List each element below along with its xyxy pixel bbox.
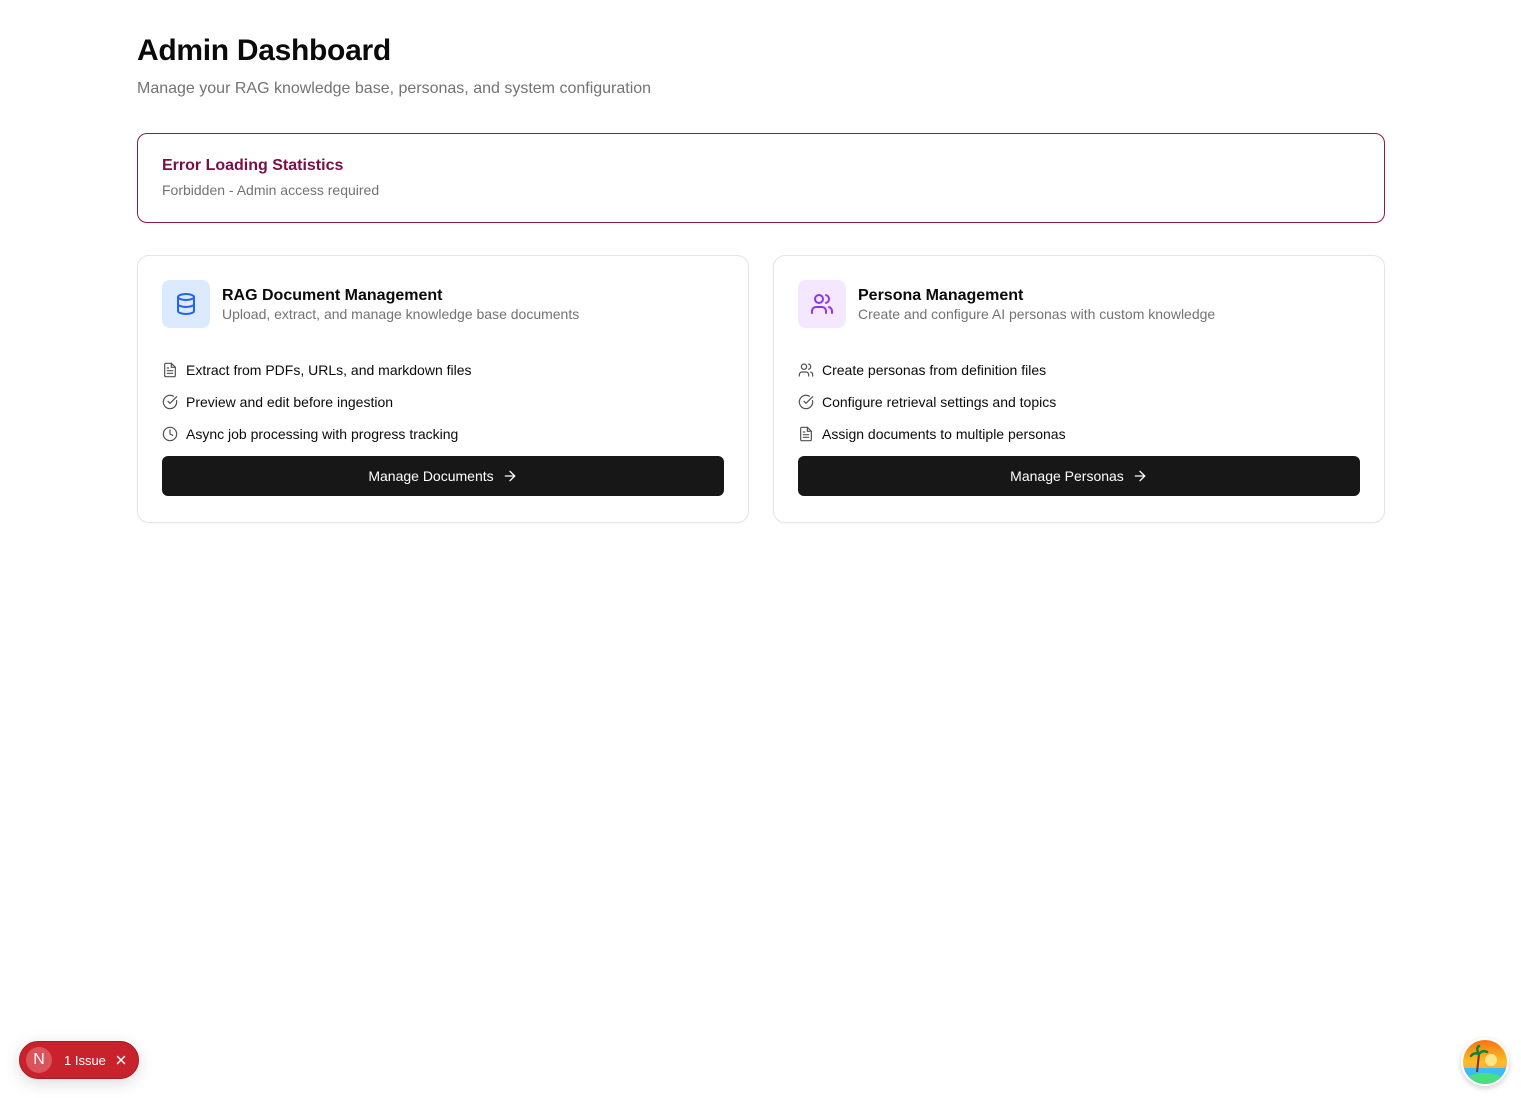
feature-label: Configure retrieval settings and topics xyxy=(822,394,1057,410)
users-icon xyxy=(798,280,846,328)
page-subtitle: Manage your RAG knowledge base, personas… xyxy=(137,80,652,97)
rag-documents-card: RAG Document Management Upload, extract,… xyxy=(137,255,749,523)
management-cards: RAG Document Management Upload, extract,… xyxy=(137,255,1385,523)
nextjs-logo-icon[interactable]: N xyxy=(26,1047,52,1073)
button-label: Manage Personas xyxy=(1010,468,1124,484)
dev-issues-badge[interactable]: N 1 Issue xyxy=(19,1041,139,1079)
arrow-right-icon xyxy=(1132,468,1148,484)
file-icon xyxy=(798,426,814,442)
list-item: Preview and edit before ingestion xyxy=(162,392,724,412)
card-title: Persona Management xyxy=(858,286,1024,304)
card-description: Upload, extract, and manage knowledge ba… xyxy=(222,305,580,322)
avatar[interactable] xyxy=(1461,1038,1509,1086)
card-title: RAG Document Management xyxy=(222,286,443,304)
error-message: Forbidden - Admin access required xyxy=(162,182,380,198)
persona-management-card: Persona Management Create and configure … xyxy=(773,255,1385,523)
list-item: Create personas from definition files xyxy=(798,360,1360,380)
error-title: Error Loading Statistics xyxy=(162,157,344,174)
file-icon xyxy=(162,362,178,378)
database-icon xyxy=(162,280,210,328)
manage-personas-button[interactable]: Manage Personas xyxy=(798,456,1360,496)
error-alert: Error Loading Statistics Forbidden - Adm… xyxy=(137,133,1385,223)
card-description: Create and configure AI personas with cu… xyxy=(858,305,1216,322)
page-title: Admin Dashboard xyxy=(137,34,391,67)
feature-label: Preview and edit before ingestion xyxy=(186,394,394,410)
page: Admin Dashboard Manage your RAG knowledg… xyxy=(0,0,1521,1098)
button-label: Manage Documents xyxy=(368,468,494,484)
card-header: RAG Document Management Upload, extract,… xyxy=(162,280,724,328)
issues-count-label[interactable]: 1 Issue xyxy=(64,1053,106,1068)
list-item: Assign documents to multiple personas xyxy=(798,424,1360,444)
card-header: Persona Management Create and configure … xyxy=(798,280,1360,328)
feature-label: Create personas from definition files xyxy=(822,362,1047,378)
check-circle-icon xyxy=(798,394,814,410)
clock-icon xyxy=(162,426,178,442)
close-icon[interactable] xyxy=(114,1053,128,1067)
feature-list: Create personas from definition files Co… xyxy=(798,360,1360,444)
feature-label: Async job processing with progress track… xyxy=(186,426,459,442)
arrow-right-icon xyxy=(502,468,518,484)
check-circle-icon xyxy=(162,394,178,410)
manage-documents-button[interactable]: Manage Documents xyxy=(162,456,724,496)
feature-list: Extract from PDFs, URLs, and markdown fi… xyxy=(162,360,724,444)
main-content: Admin Dashboard Manage your RAG knowledg… xyxy=(137,34,1385,523)
users-icon xyxy=(798,362,814,378)
feature-label: Extract from PDFs, URLs, and markdown fi… xyxy=(186,362,472,378)
list-item: Extract from PDFs, URLs, and markdown fi… xyxy=(162,360,724,380)
list-item: Configure retrieval settings and topics xyxy=(798,392,1360,412)
feature-label: Assign documents to multiple personas xyxy=(822,426,1066,442)
list-item: Async job processing with progress track… xyxy=(162,424,724,444)
